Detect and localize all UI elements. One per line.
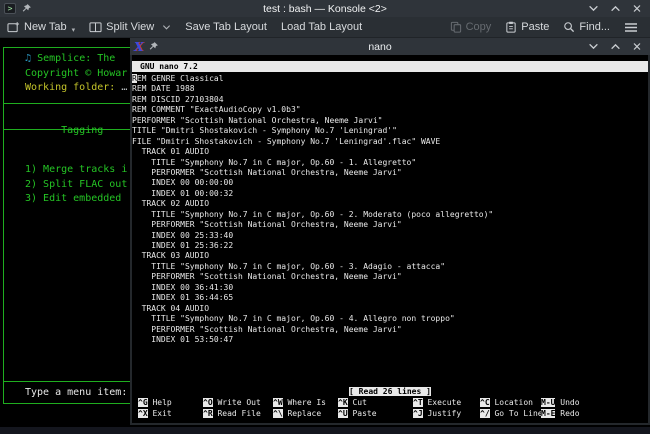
xterm-app-icon: X (134, 41, 143, 53)
tui-tab-tagging: Tagging (61, 125, 103, 136)
nano-header-bar: GNU nano 7.2 /home/hjr/.local/share/semp… (132, 61, 648, 72)
nano-window-title: nano (250, 41, 510, 53)
nano-line: PERFORMER "Scottish National Orchestra, … (132, 116, 648, 126)
nano-titlebar[interactable]: X nano (130, 38, 650, 55)
nano-shortcut-bar: ^G Help^O Write Out^W Where Is^K Cut^T E… (138, 398, 646, 419)
nano-line: TITLE "Symphony No.7 in C major, Op.60 -… (132, 210, 648, 220)
split-view-button[interactable]: Split View (82, 17, 178, 37)
nano-line: PERFORMER "Scottish National Orchestra, … (132, 325, 648, 335)
nano-shortcut: ^T Execute (413, 398, 480, 409)
nano-line: TITLE "Symphony No.7 in C major, Op.60 -… (132, 158, 648, 168)
nano-shortcut: ^O Write Out (203, 398, 273, 409)
nano-shortcut: ^W Where Is (273, 398, 338, 409)
load-tab-layout-button[interactable]: Load Tab Layout (274, 17, 369, 37)
nano-line: INDEX 01 00:00:32 (132, 189, 648, 199)
close-button[interactable] (632, 4, 642, 13)
nano-line: PERFORMER "Scottish National Orchestra, … (132, 168, 648, 178)
nano-shortcut: ^J Justify (413, 409, 480, 420)
nano-window: X nano GNU nano 7.2 /home/hjr/.local/sha… (130, 38, 650, 425)
konsole-titlebar[interactable]: > test : bash — Konsole <2> (0, 0, 650, 17)
window-bottom-edge (0, 427, 650, 434)
menu-prompt: Type a menu item: (25, 387, 127, 398)
konsole-app-icon: > (4, 3, 16, 14)
nano-line: PERFORMER "Scottish National Orchestra, … (132, 272, 648, 282)
menu-item-3: 3) Edit embedded (25, 193, 127, 204)
pin-icon[interactable] (148, 41, 159, 52)
nano-shortcut: ^C Location (480, 398, 541, 409)
pin-icon[interactable] (21, 3, 32, 14)
text-cursor: R (132, 74, 137, 83)
copy-button[interactable]: Copy (443, 17, 499, 37)
nano-line: INDEX 01 36:44:65 (132, 293, 648, 303)
close-button[interactable] (632, 42, 642, 51)
nano-status-bar: [ Read 26 lines ] (132, 386, 648, 397)
menu-item-1: 1) Merge tracks i (25, 164, 127, 175)
nano-line: TRACK 03 AUDIO (132, 251, 648, 261)
app-banner-line2: Copyright © Howar (25, 68, 127, 79)
maximize-button[interactable] (610, 42, 621, 51)
menu-button[interactable] (617, 17, 650, 37)
new-tab-caret-icon[interactable]: ▾ (72, 26, 76, 34)
nano-line: REM COMMENT "ExactAudioCopy v1.0b3" (132, 105, 648, 115)
nano-line: TRACK 01 AUDIO (132, 147, 648, 157)
new-tab-icon (7, 21, 20, 33)
search-icon (563, 21, 575, 33)
nano-shortcut: ^U Paste (338, 409, 413, 420)
find-button[interactable]: Find... (556, 17, 617, 37)
menu-item-2: 2) Split FLAC out (25, 179, 127, 190)
nano-line: TRACK 04 AUDIO (132, 304, 648, 314)
app-banner-line1: ♫ Semplice: The (25, 53, 115, 64)
nano-shortcut: M-E Redo (541, 409, 646, 420)
nano-line: INDEX 00 00:00:00 (132, 178, 648, 188)
window-title: test : bash — Konsole <2> (140, 3, 510, 15)
nano-line: INDEX 00 36:41:30 (132, 283, 648, 293)
nano-line: TITLE "Dmitri Shostakovich - Symphony No… (132, 126, 648, 136)
nano-line: TRACK 02 AUDIO (132, 199, 648, 209)
nano-file-path: /home/hjr/.local/share/semplice2/tmp/tmp… (282, 84, 537, 93)
nano-editor[interactable]: GNU nano 7.2 /home/hjr/.local/share/semp… (132, 55, 648, 423)
nano-line: TITLE "Symphony No.7 in C major, Op.60 -… (132, 314, 648, 324)
paste-button[interactable]: Paste (498, 17, 556, 37)
split-view-icon (89, 21, 102, 33)
nano-version: GNU nano 7.2 (140, 61, 198, 72)
maximize-button[interactable] (610, 4, 621, 13)
nano-line: FILE "Dmitri Shostakovich - Symphony No.… (132, 137, 648, 147)
desktop: > test : bash — Konsole <2> New Tab ▾ (0, 0, 650, 434)
working-folder-line: Working folder: … (25, 82, 127, 93)
hamburger-icon (624, 22, 638, 33)
nano-shortcut: M-U Undo (541, 398, 646, 409)
nano-line: PERFORMER "Scottish National Orchestra, … (132, 220, 648, 230)
nano-shortcut: ^G Help (138, 398, 203, 409)
new-tab-button[interactable]: New Tab ▾ (0, 17, 82, 37)
nano-shortcut: ^K Cut (338, 398, 413, 409)
save-tab-layout-button[interactable]: Save Tab Layout (178, 17, 274, 37)
nano-shortcut: ^/ Go To Line (480, 409, 541, 420)
minimize-button[interactable] (588, 4, 599, 13)
konsole-toolbar: New Tab ▾ Split View Save Tab Layout Loa… (0, 17, 650, 38)
paste-icon (505, 21, 517, 33)
nano-line: INDEX 00 25:33:40 (132, 231, 648, 241)
copy-icon (450, 21, 462, 33)
nano-line: INDEX 01 25:36:22 (132, 241, 648, 251)
minimize-button[interactable] (588, 42, 599, 51)
nano-line: INDEX 01 53:50:47 (132, 335, 648, 345)
nano-buffer: REM GENRE ClassicalREM DATE 1988REM DISC… (132, 72, 648, 345)
split-view-caret-icon[interactable] (162, 23, 171, 31)
nano-shortcut: ^R Read File (203, 409, 273, 420)
nano-line: TITLE "Symphony No.7 in C major, Op.60 -… (132, 262, 648, 272)
nano-shortcut: ^X Exit (138, 409, 203, 420)
nano-shortcut: ^\ Replace (273, 409, 338, 420)
